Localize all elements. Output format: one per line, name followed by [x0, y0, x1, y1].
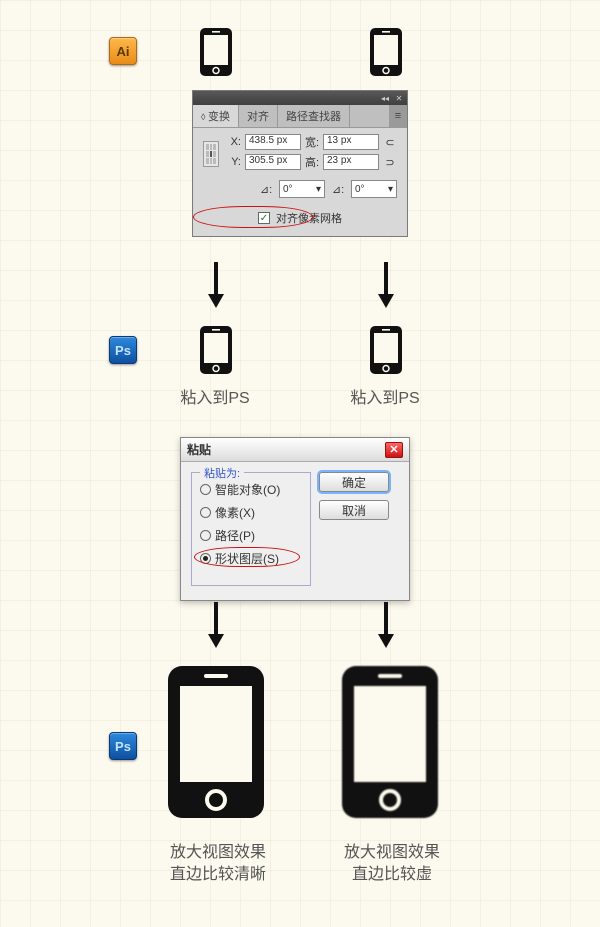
link-wh-icon[interactable]: ⊂	[383, 136, 397, 149]
y-input[interactable]: 305.5 px	[245, 154, 301, 170]
shear-label: ⊿:	[331, 183, 345, 196]
phone-result-sharp	[166, 664, 266, 820]
chevron-down-icon: ▾	[316, 184, 321, 195]
ps-paste-dialog: 粘贴 ✕ 粘贴为: 智能对象(O) 像素(X) 路径(P) 形状图层(S) 确定…	[180, 437, 410, 601]
ps-app-icon: Ps	[109, 336, 137, 364]
tab-transform-label: 变换	[208, 111, 230, 123]
arrow-down-icon	[377, 600, 395, 648]
fieldset-legend: 粘贴为:	[200, 465, 244, 481]
caption-result-left-l2: 直边比较清晰	[148, 864, 288, 886]
cancel-button[interactable]: 取消	[319, 500, 389, 520]
ai-transform-panel: ◂◂ ✕ ◊ 变换 对齐 路径查找器 ≡ X: 438.5 px 宽: 13 p…	[192, 90, 408, 237]
x-label: X:	[227, 136, 241, 148]
arrow-down-icon	[207, 600, 225, 648]
phone-icon-ai-left	[199, 27, 233, 77]
radio-shape-layer[interactable]: 形状图层(S)	[200, 550, 302, 567]
ok-button[interactable]: 确定	[319, 472, 389, 492]
tab-transform[interactable]: ◊ 变换	[193, 105, 239, 127]
panel-menu-icon[interactable]: ≡	[389, 105, 407, 127]
x-input[interactable]: 438.5 px	[245, 134, 301, 150]
red-highlight-oval	[194, 547, 300, 567]
ps-app-icon: Ps	[109, 732, 137, 760]
radio-smart-object-label: 智能对象(O)	[215, 481, 280, 498]
phone-icon-ps-right	[369, 325, 403, 375]
caption-result-left-l1: 放大视图效果	[148, 842, 288, 864]
caption-result-right-l1: 放大视图效果	[322, 842, 462, 864]
arrow-down-icon	[377, 260, 395, 308]
radio-pixels[interactable]: 像素(X)	[200, 504, 302, 521]
y-label: Y:	[227, 156, 241, 168]
red-highlight-oval	[193, 206, 313, 228]
caption-paste-right: 粘入到PS	[340, 388, 430, 410]
ps-app-label: Ps	[115, 343, 131, 358]
dialog-buttons: 确定 取消	[319, 472, 389, 586]
caption-result-right-l2: 直边比较虚	[322, 864, 462, 886]
angle-value: 0°	[283, 184, 293, 195]
chevron-down-icon: ▾	[388, 184, 393, 195]
tab-pathfinder[interactable]: 路径查找器	[278, 105, 350, 127]
phone-icon-ai-right	[369, 27, 403, 77]
close-icon[interactable]: ✕	[385, 442, 403, 458]
dialog-title: 粘贴	[187, 441, 211, 458]
h-label: 高:	[305, 154, 319, 170]
arrow-down-icon	[207, 260, 225, 308]
radio-path[interactable]: 路径(P)	[200, 527, 302, 544]
tab-pathfinder-label: 路径查找器	[286, 111, 341, 123]
panel-close-icon[interactable]: ✕	[394, 94, 404, 102]
phone-icon-ps-left	[199, 325, 233, 375]
ps-app-label: Ps	[115, 739, 131, 754]
h-input[interactable]: 23 px	[323, 154, 379, 170]
ai-panel-titlebar: ◂◂ ✕	[193, 91, 407, 105]
ai-app-icon: Ai	[109, 37, 137, 65]
link-wh-icon-b[interactable]: ⊃	[383, 156, 397, 169]
radio-smart-object[interactable]: 智能对象(O)	[200, 481, 302, 498]
dialog-titlebar: 粘贴 ✕	[181, 438, 409, 462]
radio-path-label: 路径(P)	[215, 527, 255, 544]
reference-point-selector[interactable]	[203, 141, 219, 167]
shear-value: 0°	[355, 184, 365, 195]
cancel-button-label: 取消	[342, 502, 366, 519]
phone-result-fuzzy	[340, 664, 440, 820]
tab-align-label: 对齐	[247, 111, 269, 123]
w-input[interactable]: 13 px	[323, 134, 379, 150]
angle-label: ⊿:	[259, 183, 273, 196]
shear-select[interactable]: 0° ▾	[351, 180, 397, 198]
ai-panel-tabs: ◊ 变换 对齐 路径查找器 ≡	[193, 105, 407, 128]
angle-select[interactable]: 0° ▾	[279, 180, 325, 198]
ok-button-label: 确定	[342, 474, 366, 491]
tab-align[interactable]: 对齐	[239, 105, 278, 127]
radio-pixels-label: 像素(X)	[215, 504, 255, 521]
panel-collapse-icon[interactable]: ◂◂	[380, 94, 390, 102]
ai-app-label: Ai	[117, 44, 130, 59]
w-label: 宽:	[305, 134, 319, 150]
caption-paste-left: 粘入到PS	[170, 388, 260, 410]
paste-as-fieldset: 粘贴为: 智能对象(O) 像素(X) 路径(P) 形状图层(S)	[191, 472, 311, 586]
